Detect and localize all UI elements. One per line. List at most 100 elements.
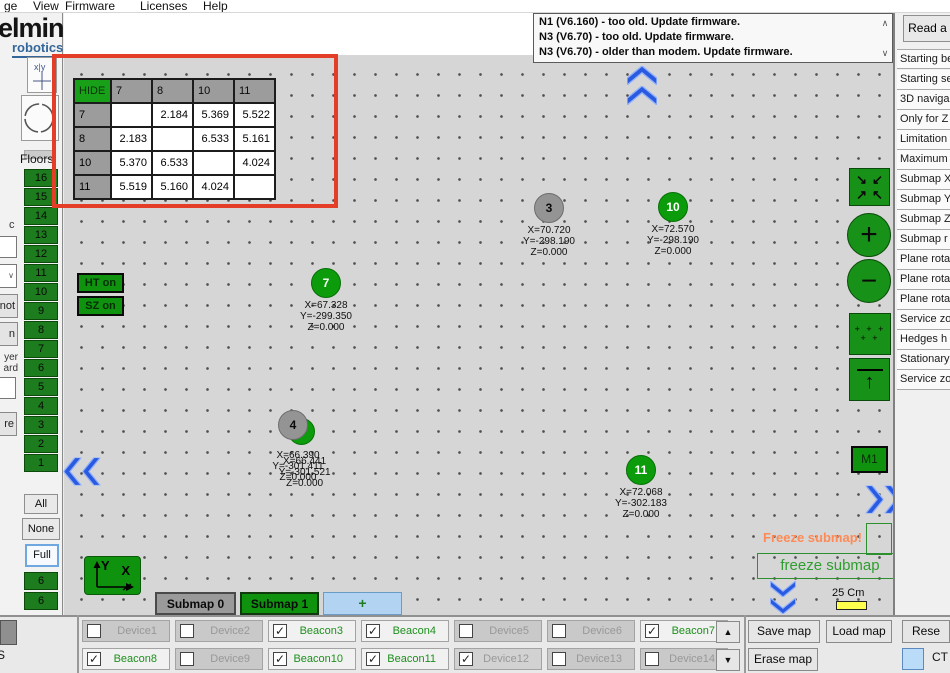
beacon-10[interactable]: 10 X=72.570Y=-298.190Z=0.000 <box>618 192 728 257</box>
checkbox[interactable] <box>552 624 566 638</box>
scatter-points-button[interactable] <box>849 313 891 355</box>
freeze-submap-button[interactable]: freeze submap <box>757 553 903 579</box>
floor-button-10[interactable]: 10 <box>24 283 58 301</box>
matrix-row-header[interactable]: 11 <box>74 175 111 199</box>
checkbox[interactable] <box>180 624 194 638</box>
checkbox[interactable] <box>273 624 287 638</box>
floor-button-15[interactable]: 15 <box>24 188 58 206</box>
pan-down-chevrons-icon[interactable] <box>770 581 796 614</box>
device-item-beacon7[interactable]: Beacon7 <box>640 620 728 642</box>
checkbox[interactable] <box>645 652 659 666</box>
matrix-col-header[interactable]: 8 <box>152 79 193 103</box>
matrix-col-header[interactable]: 7 <box>111 79 152 103</box>
floor-button-16[interactable]: 16 <box>24 169 58 187</box>
beacon-3-circle[interactable]: 3 <box>534 193 564 223</box>
freeze-checkbox-frame[interactable] <box>866 523 892 555</box>
beacon-4-circle[interactable]: 4 <box>278 410 308 440</box>
fit-to-view-button[interactable] <box>849 168 890 206</box>
device-item-device12[interactable]: Device12 <box>454 648 542 670</box>
param-row-maximum[interactable]: Maximum <box>897 150 950 170</box>
load-map-button[interactable]: Load map <box>826 620 892 643</box>
device-item-device5[interactable]: Device5 <box>454 620 542 642</box>
floors-none-button[interactable]: None <box>22 518 60 540</box>
cutoff-dropdown[interactable]: ∨ <box>0 264 17 288</box>
device-item-beacon3[interactable]: Beacon3 <box>268 620 356 642</box>
checkbox[interactable] <box>459 652 473 666</box>
color-swatch[interactable] <box>902 648 924 670</box>
cutoff-text-field[interactable] <box>0 236 17 258</box>
floor-button-8[interactable]: 8 <box>24 321 58 339</box>
beacon-7-circle[interactable]: 7 <box>311 268 341 298</box>
matrix-row-header[interactable]: 8 <box>74 127 111 151</box>
device-item-device14[interactable]: Device14 <box>640 648 728 670</box>
beacon-10-circle[interactable]: 10 <box>658 192 688 222</box>
circle-tool-button[interactable] <box>21 95 59 141</box>
param-row-only-for-z[interactable]: Only for Z <box>897 110 950 130</box>
floor-button-4[interactable]: 4 <box>24 397 58 415</box>
device-item-device6[interactable]: Device6 <box>547 620 635 642</box>
checkbox[interactable] <box>366 652 380 666</box>
param-row-submap-z[interactable]: Submap Z <box>897 210 950 230</box>
beacon-11-circle[interactable]: 11 <box>626 455 656 485</box>
param-row-starting-beacon[interactable]: Starting be <box>897 49 950 69</box>
floor-button-12[interactable]: 12 <box>24 245 58 263</box>
matrix-row-header[interactable]: 10 <box>74 151 111 175</box>
param-row-starting-set[interactable]: Starting se <box>897 70 950 90</box>
beacon-4[interactable]: 4 X=66.390Y=-301.411Z=0.000 X=66.441Y=-3… <box>243 410 353 490</box>
xy-axes-tool-button[interactable]: x|y <box>27 57 57 93</box>
modem-m1-button[interactable]: M1 <box>851 446 888 473</box>
device-list-scroll-up-button[interactable] <box>716 621 740 643</box>
device-item-device9[interactable]: Device9 <box>175 648 263 670</box>
device-item-beacon4[interactable]: Beacon4 <box>361 620 449 642</box>
pan-up-chevrons-icon[interactable] <box>627 66 657 105</box>
sz-on-toggle[interactable]: SZ on <box>77 296 124 316</box>
checkbox[interactable] <box>459 624 473 638</box>
checkbox[interactable] <box>273 652 287 666</box>
axes-orientation-widget[interactable]: Y X <box>84 556 141 595</box>
beacon-7[interactable]: 7 X=67.328Y=-299.350Z=0.000 <box>271 268 381 333</box>
zoom-out-button[interactable] <box>847 259 891 303</box>
param-row-stationary[interactable]: Stationary <box>897 350 950 370</box>
param-row-plane-rotation-c[interactable]: Plane rota <box>897 290 950 310</box>
zoom-in-button[interactable] <box>847 213 891 257</box>
param-row-hedges-height[interactable]: Hedges h <box>897 330 950 350</box>
floor-extra-button-a[interactable]: 6 <box>24 572 58 590</box>
param-row-submap-y[interactable]: Submap Y <box>897 190 950 210</box>
floor-extra-button-b[interactable]: 6 <box>24 592 58 610</box>
submap-1-tab[interactable]: Submap 1 <box>240 592 319 615</box>
floor-button-9[interactable]: 9 <box>24 302 58 320</box>
matrix-col-header[interactable]: 10 <box>193 79 234 103</box>
device-item-device2[interactable]: Device2 <box>175 620 263 642</box>
cutoff-text-field-2[interactable] <box>0 377 16 399</box>
floor-button-5[interactable]: 5 <box>24 378 58 396</box>
menu-language[interactable]: ge <box>4 0 17 13</box>
submap-0-tab[interactable]: Submap 0 <box>155 592 236 615</box>
checkbox[interactable] <box>87 652 101 666</box>
reset-button[interactable]: Rese <box>902 620 950 643</box>
param-row-submap-x[interactable]: Submap X <box>897 170 950 190</box>
param-row-service-zone-a[interactable]: Service zo <box>897 310 950 330</box>
param-row-plane-rotation-b[interactable]: Plane rota <box>897 270 950 290</box>
beacon-11[interactable]: 11 X=72.068Y=-302.183Z=0.000 <box>586 455 696 520</box>
floor-button-11[interactable]: 11 <box>24 264 58 282</box>
checkbox[interactable] <box>87 624 101 638</box>
device-item-device1[interactable]: Device1 <box>82 620 170 642</box>
align-top-button[interactable]: ↑ <box>849 358 890 401</box>
floor-button-1[interactable]: 1 <box>24 454 58 472</box>
param-row-3d-navigation[interactable]: 3D naviga <box>897 90 950 110</box>
menu-view[interactable]: View <box>33 0 59 13</box>
param-row-submap-rotation[interactable]: Submap r <box>897 230 950 250</box>
warning-scroll-down-icon[interactable] <box>879 47 891 59</box>
menu-firmware[interactable]: Firmware <box>65 0 115 13</box>
warning-scroll-up-icon[interactable] <box>879 17 891 29</box>
erase-map-button[interactable]: Erase map <box>748 648 818 671</box>
device-item-beacon10[interactable]: Beacon10 <box>268 648 356 670</box>
checkbox[interactable] <box>366 624 380 638</box>
add-submap-tab[interactable]: + <box>323 592 402 615</box>
floor-button-6[interactable]: 6 <box>24 359 58 377</box>
checkbox[interactable] <box>645 624 659 638</box>
beacon-3[interactable]: 3 X=70.720Y=-298.190Z=0.000 <box>494 193 604 258</box>
ht-on-toggle[interactable]: HT on <box>77 273 124 293</box>
param-row-service-zone-b[interactable]: Service zo <box>897 370 950 390</box>
floor-button-7[interactable]: 7 <box>24 340 58 358</box>
